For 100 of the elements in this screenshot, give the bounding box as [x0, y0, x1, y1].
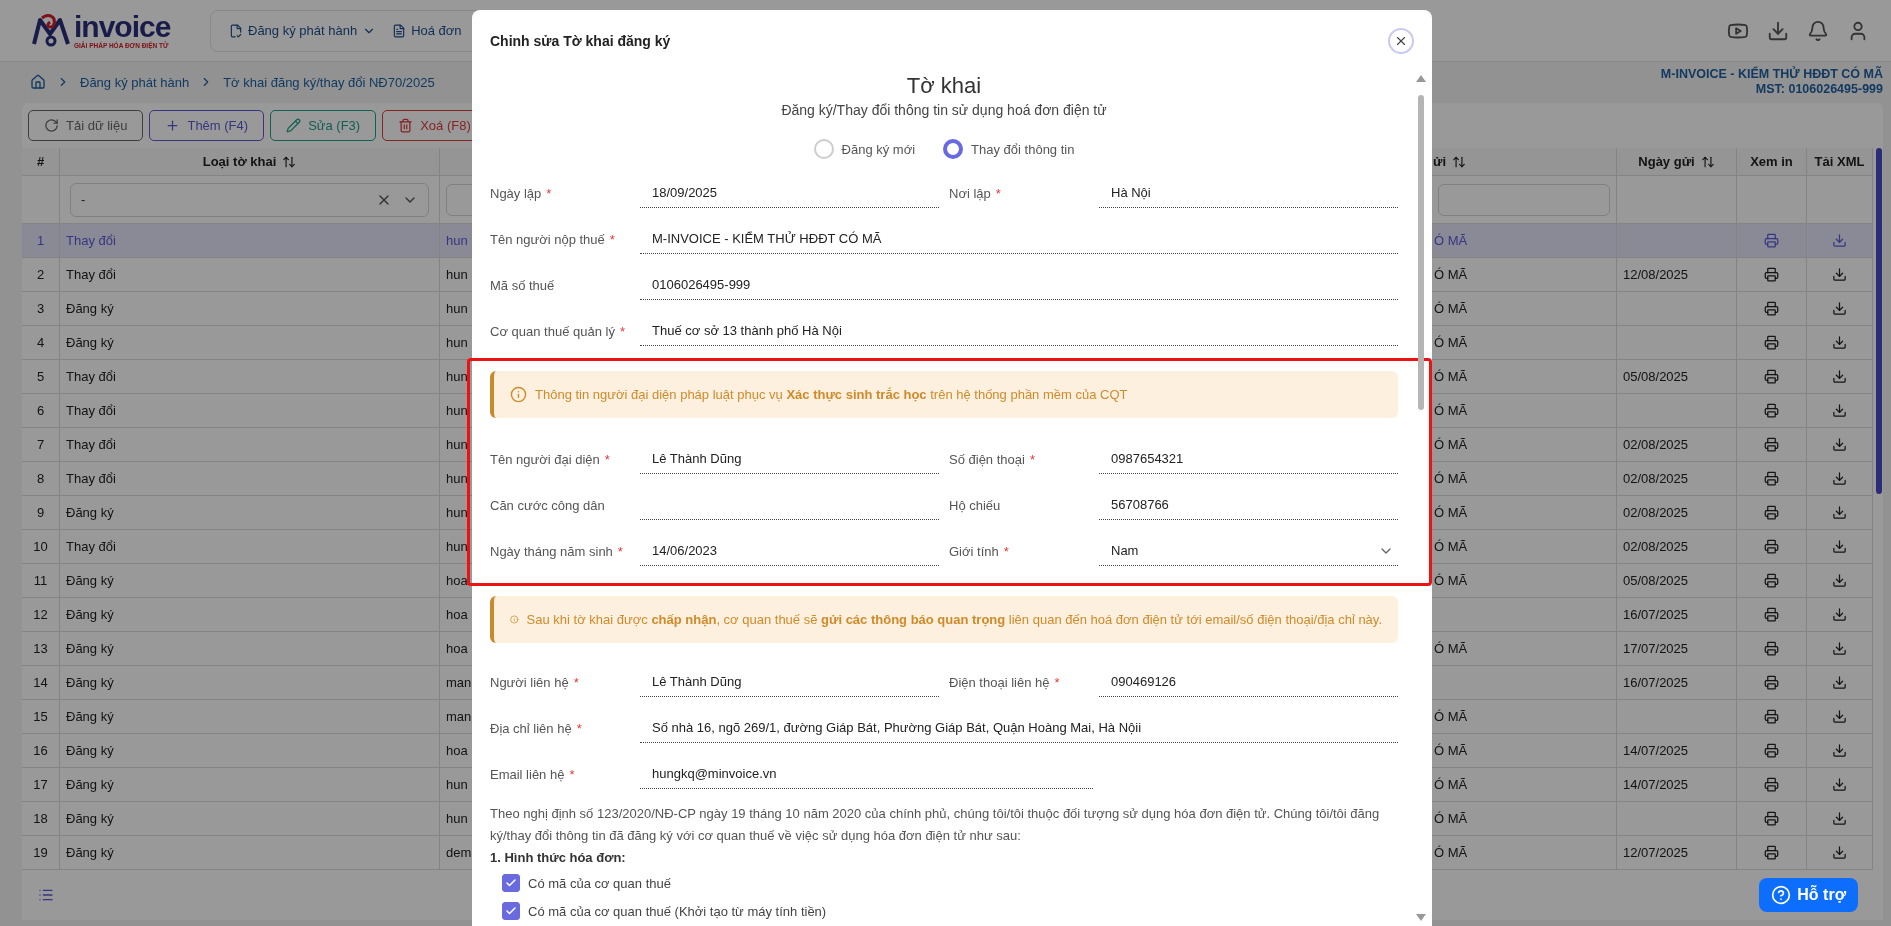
- field-label: Nơi lập: [949, 185, 991, 201]
- table-cell: Ó MÃ: [1434, 573, 1468, 588]
- table-cell: 10: [33, 539, 48, 554]
- table-cell: Đăng ký: [66, 845, 114, 860]
- field-label: Số điện thoại: [949, 451, 1025, 467]
- table-cell: Ó MÃ: [1434, 539, 1468, 554]
- field-label: Điện thoại liên hệ: [949, 674, 1050, 690]
- table-cell: Đăng ký: [66, 573, 114, 588]
- table-cell: hoa: [446, 743, 468, 758]
- notice-text: Thông tin người đại diện pháp luật phục vụ Xác thực sinh trắc học trên hệ thống phần mềm của CQT: [535, 387, 1128, 402]
- table-cell: hun: [446, 233, 468, 248]
- table-cell: Ó MÃ: [1434, 743, 1468, 758]
- table-cell: hun: [446, 777, 468, 792]
- table-cell: 16: [33, 743, 48, 758]
- table-cell: 11: [33, 573, 48, 588]
- logo-text: invoice: [74, 11, 171, 42]
- field-label: Mã số thuế: [490, 277, 555, 293]
- table-cell: 14/07/2025: [1623, 777, 1689, 792]
- field-label: Ngày tháng năm sinh: [490, 543, 613, 559]
- table-cell: Đăng ký: [66, 675, 114, 690]
- table-cell: Thay đổi: [66, 403, 116, 418]
- required-mark: *: [1029, 451, 1035, 467]
- table-cell: Thay đổi: [66, 471, 116, 486]
- field-label: Căn cước công dân: [490, 497, 605, 513]
- table-cell: hun: [446, 335, 468, 350]
- radio-label: Thay đổi thông tin: [971, 141, 1075, 157]
- table-cell: Thay đổi: [66, 437, 116, 452]
- field-label: Giới tính: [949, 543, 999, 559]
- table-cell: hun: [446, 403, 468, 418]
- table-cell: hun: [446, 437, 468, 452]
- required-mark: *: [1054, 674, 1060, 690]
- form-subtitle: Đăng ký/Thay đổi thông tin sử dụng hoá đơn điện tử: [780, 101, 1108, 120]
- table-cell: Đăng ký: [66, 505, 114, 520]
- field-label: Người liên hệ: [490, 674, 569, 690]
- table-cell: Ó MÃ: [1434, 471, 1468, 486]
- table-cell: Thay đổi: [66, 369, 116, 384]
- table-cell: Ó MÃ: [1434, 437, 1468, 452]
- table-cell: 9: [36, 505, 45, 520]
- required-mark: *: [995, 185, 1001, 201]
- table-cell: hun: [446, 811, 468, 826]
- field-label: Tên người đại diện: [490, 451, 600, 467]
- table-cell: hun: [446, 301, 468, 316]
- field-label: Tên người nộp thuế: [490, 231, 605, 247]
- table-cell: Ó MÃ: [1434, 403, 1468, 418]
- field-label: Email liên hệ: [490, 766, 565, 782]
- notice-text: Sau khi tờ khai được chấp nhận, cơ quan thuế sẽ gửi các thông báo quan trọng liên quan đến hoá đơn điện tử tới email/số điện thoại/địa chỉ này.: [526, 612, 1382, 627]
- table-cell: Thay đổi: [66, 539, 116, 554]
- field-label: Ngày lập: [490, 185, 542, 201]
- checkbox-label: Có mã của cơ quan thuế: [528, 875, 671, 891]
- table-cell: 02/08/2025: [1623, 539, 1689, 554]
- table-cell: 6: [36, 403, 45, 418]
- table-cell: 5: [36, 369, 45, 384]
- table-cell: Ó MÃ: [1434, 335, 1468, 350]
- table-cell: 7: [36, 437, 45, 452]
- checkbox-label: Có mã của cơ quan thuế (Khởi tạo từ máy tính tiền): [528, 903, 827, 919]
- table-cell: Ó MÃ: [1434, 505, 1468, 520]
- section-heading: 1. Hình thức hóa đơn:: [490, 849, 627, 867]
- table-cell: Đăng ký: [66, 743, 114, 758]
- table-cell: 16/07/2025: [1623, 675, 1689, 690]
- table-cell: 02/08/2025: [1623, 471, 1689, 486]
- table-cell: hun: [446, 267, 468, 282]
- company-name: M-INVOICE - KIỂM THỬ HĐĐT CÓ MÃ: [1660, 67, 1883, 82]
- table-cell: 12/07/2025: [1623, 845, 1689, 860]
- table-cell: 3: [36, 301, 45, 316]
- table-cell: 14: [33, 675, 48, 690]
- column-header: Xem in: [1737, 148, 1807, 176]
- table-cell: Thay đổi: [66, 267, 116, 282]
- table-cell: 18: [33, 811, 48, 826]
- table-cell: man: [446, 709, 472, 724]
- table-cell: Ó MÃ: [1434, 267, 1468, 282]
- required-mark: *: [573, 674, 579, 690]
- table-cell: Ó MÃ: [1434, 845, 1468, 860]
- table-cell: Đăng ký: [66, 709, 114, 724]
- table-cell: Đăng ký: [66, 811, 114, 826]
- table-cell: Ó MÃ: [1434, 777, 1468, 792]
- required-mark: *: [617, 543, 623, 559]
- table-cell: Ó MÃ: [1434, 369, 1468, 384]
- column-header: #: [22, 148, 60, 176]
- table-cell: hoa: [446, 641, 468, 656]
- table-cell: 1: [36, 233, 45, 248]
- table-cell: Đăng ký: [66, 641, 114, 656]
- required-mark: *: [1003, 543, 1009, 559]
- table-cell: 17: [33, 777, 48, 792]
- radio-label: Đăng ký mới: [841, 141, 916, 157]
- table-cell: dem: [446, 845, 472, 860]
- table-cell: Ó MÃ: [1434, 233, 1468, 248]
- modal-title: Chỉnh sửa Tờ khai đăng ký: [490, 33, 671, 49]
- tax-code: MST: 0106026495-999: [1755, 82, 1883, 97]
- table-cell: 05/08/2025: [1623, 369, 1689, 384]
- table-cell: Ó MÃ: [1434, 301, 1468, 316]
- table-cell: Ó MÃ: [1434, 709, 1468, 724]
- required-mark: *: [619, 323, 625, 339]
- table-cell: hun: [446, 505, 468, 520]
- table-cell: Ó MÃ: [1434, 811, 1468, 826]
- table-cell: 12: [33, 607, 48, 622]
- required-mark: *: [546, 185, 552, 201]
- table-cell: 02/08/2025: [1623, 505, 1689, 520]
- table-cell: 4: [36, 335, 45, 350]
- required-mark: *: [604, 451, 610, 467]
- table-cell: hun: [446, 471, 468, 486]
